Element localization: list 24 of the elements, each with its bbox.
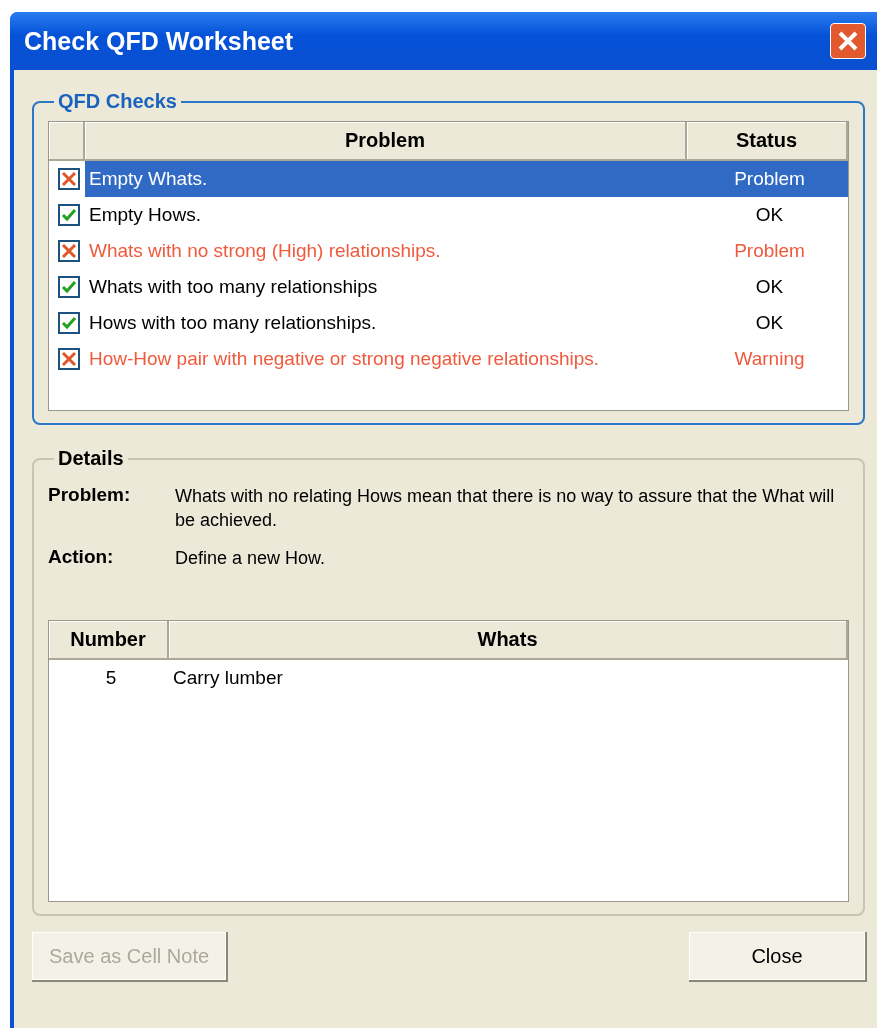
- column-header[interactable]: Number: [49, 621, 169, 658]
- field-value: Whats with no relating Hows mean that there is no way to assure that the What will be achieved.: [175, 485, 835, 532]
- status-cell[interactable]: OK: [687, 305, 848, 341]
- status-cell[interactable]: OK: [687, 197, 848, 233]
- field-label: Problem:: [48, 484, 132, 507]
- group-title: Details: [57, 447, 125, 470]
- field-value: Define a new How.: [175, 547, 327, 570]
- window-title: Check QFD Worksheet: [24, 26, 294, 56]
- check-name-cell[interactable]: Empty Hows.: [85, 197, 687, 233]
- column-header[interactable]: Status: [687, 122, 848, 159]
- whats-cell-text: Carry lumber: [172, 666, 284, 690]
- field-label: Action:: [48, 546, 115, 569]
- check-name-cell[interactable]: Hows with too many relationships.: [85, 305, 687, 341]
- group-title: QFD Checks: [57, 90, 178, 113]
- close-button[interactable]: Close: [689, 932, 865, 980]
- column-header[interactable]: [49, 122, 85, 159]
- check-name-cell[interactable]: Whats with too many relationships: [85, 269, 687, 305]
- number-cell-text: 5: [104, 666, 118, 690]
- column-header[interactable]: Problem: [85, 122, 687, 159]
- status-cell[interactable]: Problem: [687, 161, 848, 197]
- check-name-cell[interactable]: Empty Whats.: [85, 161, 687, 197]
- column-header[interactable]: Whats: [169, 621, 848, 658]
- close-icon[interactable]: [830, 23, 866, 59]
- status-cell[interactable]: OK: [687, 269, 848, 305]
